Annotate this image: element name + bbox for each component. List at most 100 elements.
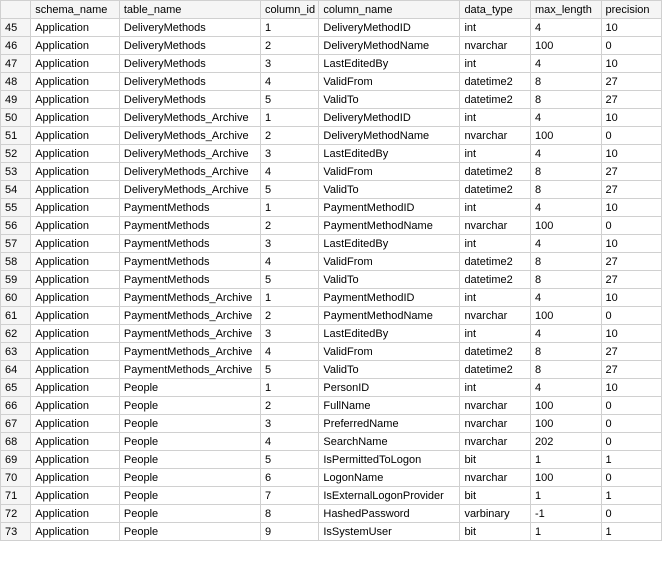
- cell-rownum[interactable]: 56: [1, 217, 31, 235]
- cell-data-type[interactable]: int: [460, 145, 531, 163]
- header-table-name[interactable]: table_name: [119, 1, 260, 19]
- cell-max-length[interactable]: 1: [530, 487, 601, 505]
- cell-rownum[interactable]: 65: [1, 379, 31, 397]
- cell-precision[interactable]: 27: [601, 343, 662, 361]
- table-row[interactable]: 48ApplicationDeliveryMethods4ValidFromda…: [1, 73, 662, 91]
- cell-precision[interactable]: 0: [601, 37, 662, 55]
- table-row[interactable]: 59ApplicationPaymentMethods5ValidTodatet…: [1, 271, 662, 289]
- cell-column-name[interactable]: LogonName: [319, 469, 460, 487]
- table-row[interactable]: 46ApplicationDeliveryMethods2DeliveryMet…: [1, 37, 662, 55]
- cell-max-length[interactable]: 100: [530, 469, 601, 487]
- cell-column-id[interactable]: 2: [260, 307, 318, 325]
- cell-max-length[interactable]: 8: [530, 91, 601, 109]
- cell-column-id[interactable]: 5: [260, 181, 318, 199]
- cell-column-id[interactable]: 1: [260, 289, 318, 307]
- cell-column-id[interactable]: 7: [260, 487, 318, 505]
- cell-data-type[interactable]: datetime2: [460, 343, 531, 361]
- cell-rownum[interactable]: 54: [1, 181, 31, 199]
- cell-rownum[interactable]: 57: [1, 235, 31, 253]
- cell-schema-name[interactable]: Application: [31, 523, 120, 541]
- cell-schema-name[interactable]: Application: [31, 127, 120, 145]
- cell-precision[interactable]: 10: [601, 379, 662, 397]
- cell-data-type[interactable]: nvarchar: [460, 415, 531, 433]
- cell-schema-name[interactable]: Application: [31, 469, 120, 487]
- cell-column-id[interactable]: 5: [260, 271, 318, 289]
- cell-rownum[interactable]: 49: [1, 91, 31, 109]
- cell-precision[interactable]: 27: [601, 181, 662, 199]
- cell-schema-name[interactable]: Application: [31, 379, 120, 397]
- cell-table-name[interactable]: People: [119, 523, 260, 541]
- cell-column-name[interactable]: HashedPassword: [319, 505, 460, 523]
- cell-precision[interactable]: 10: [601, 289, 662, 307]
- cell-schema-name[interactable]: Application: [31, 307, 120, 325]
- cell-data-type[interactable]: int: [460, 325, 531, 343]
- cell-precision[interactable]: 10: [601, 19, 662, 37]
- cell-column-id[interactable]: 2: [260, 127, 318, 145]
- cell-schema-name[interactable]: Application: [31, 109, 120, 127]
- cell-rownum[interactable]: 48: [1, 73, 31, 91]
- cell-data-type[interactable]: varbinary: [460, 505, 531, 523]
- cell-data-type[interactable]: nvarchar: [460, 469, 531, 487]
- cell-rownum[interactable]: 61: [1, 307, 31, 325]
- cell-column-id[interactable]: 3: [260, 325, 318, 343]
- cell-column-name[interactable]: PersonID: [319, 379, 460, 397]
- cell-max-length[interactable]: 4: [530, 325, 601, 343]
- cell-schema-name[interactable]: Application: [31, 163, 120, 181]
- cell-data-type[interactable]: datetime2: [460, 73, 531, 91]
- cell-column-name[interactable]: DeliveryMethodName: [319, 127, 460, 145]
- cell-column-id[interactable]: 5: [260, 91, 318, 109]
- cell-data-type[interactable]: datetime2: [460, 91, 531, 109]
- table-row[interactable]: 62ApplicationPaymentMethods_Archive3Last…: [1, 325, 662, 343]
- cell-max-length[interactable]: 100: [530, 307, 601, 325]
- cell-column-name[interactable]: ValidFrom: [319, 343, 460, 361]
- table-row[interactable]: 47ApplicationDeliveryMethods3LastEditedB…: [1, 55, 662, 73]
- table-row[interactable]: 51ApplicationDeliveryMethods_Archive2Del…: [1, 127, 662, 145]
- cell-max-length[interactable]: 4: [530, 235, 601, 253]
- cell-precision[interactable]: 0: [601, 505, 662, 523]
- cell-column-id[interactable]: 3: [260, 415, 318, 433]
- cell-max-length[interactable]: 8: [530, 181, 601, 199]
- cell-column-name[interactable]: ValidFrom: [319, 163, 460, 181]
- cell-data-type[interactable]: nvarchar: [460, 37, 531, 55]
- cell-precision[interactable]: 10: [601, 145, 662, 163]
- cell-precision[interactable]: 27: [601, 91, 662, 109]
- cell-precision[interactable]: 0: [601, 469, 662, 487]
- cell-table-name[interactable]: DeliveryMethods: [119, 91, 260, 109]
- header-precision[interactable]: precision: [601, 1, 662, 19]
- cell-schema-name[interactable]: Application: [31, 253, 120, 271]
- cell-precision[interactable]: 10: [601, 235, 662, 253]
- cell-max-length[interactable]: 4: [530, 145, 601, 163]
- cell-rownum[interactable]: 66: [1, 397, 31, 415]
- cell-rownum[interactable]: 59: [1, 271, 31, 289]
- cell-precision[interactable]: 1: [601, 487, 662, 505]
- cell-precision[interactable]: 10: [601, 199, 662, 217]
- cell-data-type[interactable]: int: [460, 55, 531, 73]
- cell-data-type[interactable]: bit: [460, 523, 531, 541]
- cell-precision[interactable]: 0: [601, 217, 662, 235]
- cell-rownum[interactable]: 55: [1, 199, 31, 217]
- cell-data-type[interactable]: int: [460, 199, 531, 217]
- cell-data-type[interactable]: datetime2: [460, 181, 531, 199]
- cell-data-type[interactable]: datetime2: [460, 163, 531, 181]
- header-schema-name[interactable]: schema_name: [31, 1, 120, 19]
- cell-table-name[interactable]: PaymentMethods: [119, 253, 260, 271]
- cell-max-length[interactable]: 8: [530, 253, 601, 271]
- cell-rownum[interactable]: 46: [1, 37, 31, 55]
- cell-schema-name[interactable]: Application: [31, 55, 120, 73]
- cell-column-id[interactable]: 2: [260, 397, 318, 415]
- cell-schema-name[interactable]: Application: [31, 73, 120, 91]
- cell-table-name[interactable]: DeliveryMethods: [119, 55, 260, 73]
- cell-rownum[interactable]: 45: [1, 19, 31, 37]
- cell-schema-name[interactable]: Application: [31, 361, 120, 379]
- cell-schema-name[interactable]: Application: [31, 235, 120, 253]
- cell-column-name[interactable]: PaymentMethodID: [319, 289, 460, 307]
- cell-rownum[interactable]: 64: [1, 361, 31, 379]
- table-row[interactable]: 49ApplicationDeliveryMethods5ValidTodate…: [1, 91, 662, 109]
- cell-precision[interactable]: 27: [601, 271, 662, 289]
- cell-column-name[interactable]: LastEditedBy: [319, 325, 460, 343]
- table-row[interactable]: 52ApplicationDeliveryMethods_Archive3Las…: [1, 145, 662, 163]
- header-data-type[interactable]: data_type: [460, 1, 531, 19]
- cell-precision[interactable]: 0: [601, 127, 662, 145]
- cell-column-id[interactable]: 1: [260, 19, 318, 37]
- cell-table-name[interactable]: People: [119, 397, 260, 415]
